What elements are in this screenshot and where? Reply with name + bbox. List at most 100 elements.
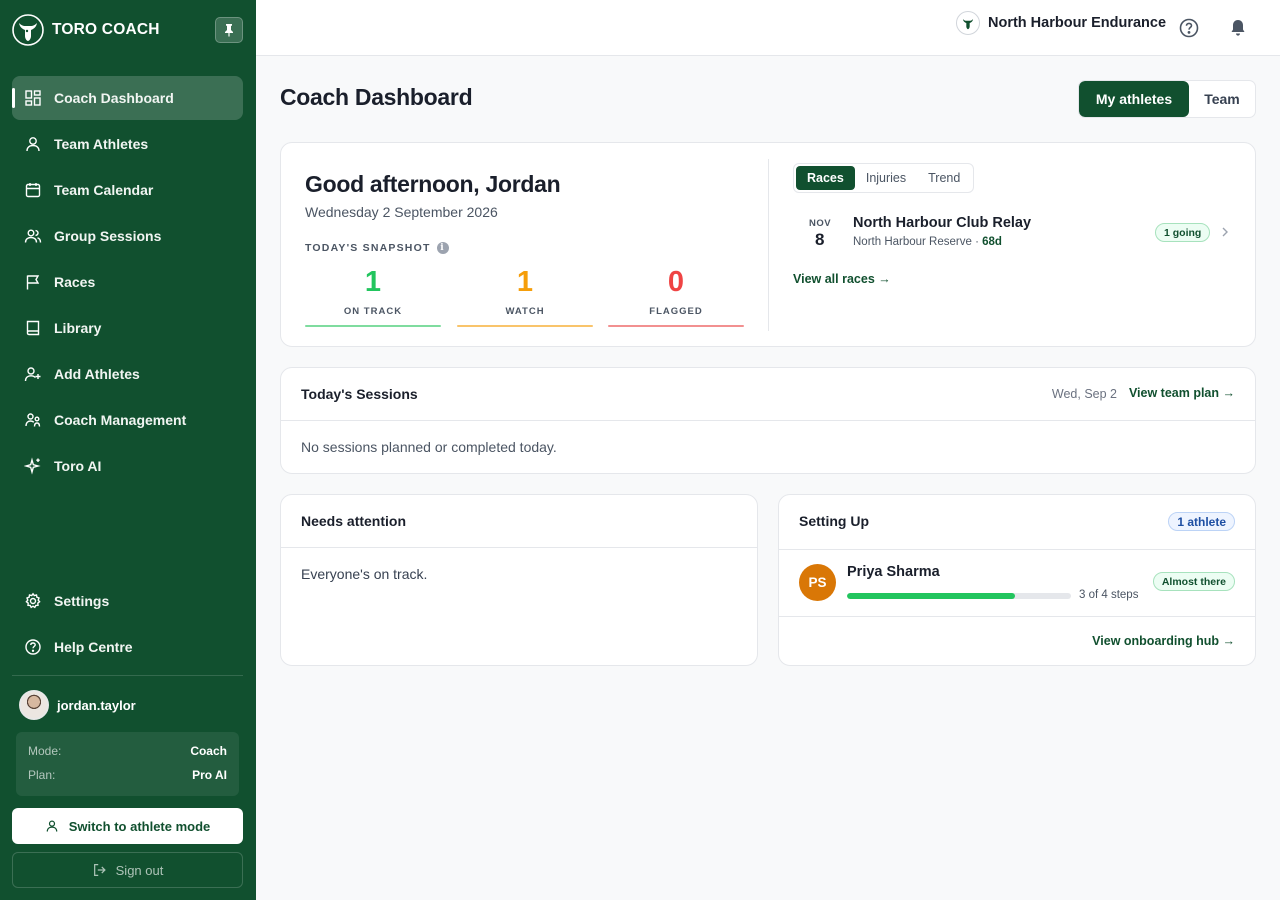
onboarding-progress-bar bbox=[847, 593, 1071, 599]
sessions-date: Wed, Sep 2 bbox=[1051, 387, 1117, 401]
tab-races[interactable]: Races bbox=[796, 166, 855, 190]
snapshot-label-text: TODAY'S SNAPSHOT bbox=[305, 242, 431, 254]
race-row[interactable]: NOV 8 North Harbour Club Relay North Har… bbox=[793, 213, 1231, 253]
sidebar-divider bbox=[12, 675, 243, 676]
athlete-count-badge: 1 athlete bbox=[1168, 512, 1235, 531]
sidebar-item-add-athletes[interactable]: Add Athletes bbox=[12, 352, 243, 396]
sidebar-item-help-centre[interactable]: Help Centre bbox=[12, 625, 243, 669]
org-logo-icon bbox=[956, 11, 980, 35]
sign-out-label: Sign out bbox=[115, 862, 164, 878]
mode-label: Mode: bbox=[28, 744, 62, 758]
sidebar-item-team-calendar[interactable]: Team Calendar bbox=[12, 168, 243, 212]
status-badge: Almost there bbox=[1152, 572, 1235, 591]
sidebar-item-label: Races bbox=[54, 274, 96, 290]
race-days-out: 68d bbox=[982, 236, 1002, 248]
race-name: North Harbour Club Relay bbox=[853, 215, 1032, 231]
progress-fill bbox=[847, 593, 1015, 599]
sidebar-item-races[interactable]: Races bbox=[12, 260, 243, 304]
user-profile[interactable]: jordan.taylor bbox=[19, 690, 136, 720]
pin-icon bbox=[225, 24, 233, 37]
view-onboarding-hub-link[interactable]: View onboarding hub → bbox=[1092, 634, 1235, 648]
sidebar-item-team-athletes[interactable]: Team Athletes bbox=[12, 122, 243, 166]
stat-value: 1 bbox=[516, 266, 534, 298]
sidebar-item-coach-management[interactable]: Coach Management bbox=[12, 398, 243, 442]
view-team-plan-link[interactable]: View team plan → bbox=[1129, 386, 1235, 400]
stat-value: 0 bbox=[667, 266, 685, 298]
stat-underline bbox=[457, 325, 593, 327]
card-title: Setting Up bbox=[799, 513, 869, 529]
divider bbox=[779, 616, 1255, 617]
flag-icon bbox=[26, 275, 40, 290]
sidebar-item-label: Coach Dashboard bbox=[54, 90, 174, 106]
sidebar-item-toro-ai[interactable]: Toro AI bbox=[12, 444, 243, 488]
avatar bbox=[19, 690, 49, 720]
stat-on-track[interactable]: 1 ON TRACK bbox=[305, 265, 441, 327]
pin-sidebar-button[interactable] bbox=[215, 17, 243, 43]
org-name: North Harbour Endurance bbox=[988, 15, 1167, 31]
bell-icon[interactable] bbox=[1227, 17, 1249, 39]
stat-label: FLAGGED bbox=[649, 306, 703, 317]
sparkle-icon bbox=[24, 457, 41, 475]
plan-label: Plan: bbox=[28, 768, 56, 782]
bull-logo-icon bbox=[12, 14, 44, 46]
tab-injuries[interactable]: Injuries bbox=[855, 166, 917, 190]
card-header: Setting Up 1 athlete bbox=[779, 495, 1255, 550]
greeting: Good afternoon, Jordan bbox=[305, 171, 561, 197]
bottom-nav: Settings Help Centre bbox=[12, 579, 243, 671]
sidebar-item-label: Group Sessions bbox=[54, 228, 162, 244]
card-title: Today's Sessions bbox=[301, 386, 418, 402]
org-switcher[interactable]: North Harbour Endurance bbox=[956, 11, 1166, 35]
stat-underline bbox=[608, 325, 744, 327]
switch-label: Switch to athlete mode bbox=[68, 818, 211, 834]
sidebar-item-group-sessions[interactable]: Group Sessions bbox=[12, 214, 243, 258]
snapshot-label: TODAY'S SNAPSHOT i bbox=[305, 242, 449, 254]
race-day: 8 bbox=[815, 230, 825, 249]
user-plus-icon bbox=[24, 367, 41, 382]
view-all-races-link[interactable]: View all races → bbox=[793, 272, 891, 286]
stat-label: ON TRACK bbox=[343, 306, 403, 317]
scope-toggle: My athletes Team bbox=[1078, 80, 1256, 118]
page-title: Coach Dashboard bbox=[280, 84, 473, 110]
sidebar-item-library[interactable]: Library bbox=[12, 306, 243, 350]
info-icon[interactable]: i bbox=[436, 242, 449, 254]
stat-flagged[interactable]: 0 FLAGGED bbox=[608, 265, 744, 327]
dashboard-grid-icon bbox=[25, 90, 41, 106]
race-month: NOV bbox=[809, 218, 832, 229]
calendar-icon bbox=[25, 183, 41, 198]
brand[interactable]: TORO COACH bbox=[12, 13, 160, 47]
chevron-right-icon bbox=[1222, 227, 1228, 237]
users-icon bbox=[24, 229, 42, 243]
race-venue: North Harbour Reserve · 68d bbox=[853, 236, 1002, 248]
avatar: PS bbox=[799, 564, 836, 601]
team-toggle[interactable]: Team bbox=[1189, 81, 1255, 117]
help-icon[interactable] bbox=[1178, 17, 1200, 39]
stat-label: WATCH bbox=[505, 306, 545, 317]
empty-state: Everyone's on track. bbox=[301, 566, 428, 582]
sidebar-item-label: Settings bbox=[54, 593, 110, 609]
brand-name: TORO COACH bbox=[52, 21, 160, 38]
sidebar-item-label: Team Calendar bbox=[54, 182, 154, 198]
switch-to-athlete-button[interactable]: Switch to athlete mode bbox=[12, 808, 243, 844]
plan-value: Pro AI bbox=[192, 768, 227, 782]
sidebar-item-label: Add Athletes bbox=[54, 366, 140, 382]
help-circle-icon bbox=[25, 639, 41, 655]
hero-tabs: Races Injuries Trend bbox=[793, 163, 975, 193]
empty-state: No sessions planned or completed today. bbox=[301, 439, 557, 455]
needs-attention-card: Needs attention Everyone's on track. bbox=[280, 494, 758, 666]
plan-info: Mode: Coach Plan: Pro AI bbox=[16, 732, 239, 796]
card-header: Needs attention bbox=[281, 495, 757, 548]
top-bar: North Harbour Endurance bbox=[256, 0, 1280, 56]
my-athletes-toggle[interactable]: My athletes bbox=[1079, 81, 1189, 117]
setting-up-card: Setting Up 1 athlete PS Priya Sharma 3 o… bbox=[778, 494, 1256, 666]
coach-users-icon bbox=[25, 413, 41, 427]
progress-steps: 3 of 4 steps bbox=[1079, 589, 1139, 601]
card-header: Today's Sessions Wed, Sep 2 View team pl… bbox=[281, 368, 1255, 421]
sign-out-button[interactable]: Sign out bbox=[12, 852, 243, 888]
sidebar-item-settings[interactable]: Settings bbox=[12, 579, 243, 623]
athlete-name[interactable]: Priya Sharma bbox=[847, 564, 940, 580]
user-name: jordan.taylor bbox=[57, 697, 136, 713]
stat-watch[interactable]: 1 WATCH bbox=[457, 265, 593, 327]
tab-trend[interactable]: Trend bbox=[917, 166, 971, 190]
sidebar-item-coach-dashboard[interactable]: Coach Dashboard bbox=[12, 76, 243, 120]
sidebar-item-label: Coach Management bbox=[54, 412, 187, 428]
